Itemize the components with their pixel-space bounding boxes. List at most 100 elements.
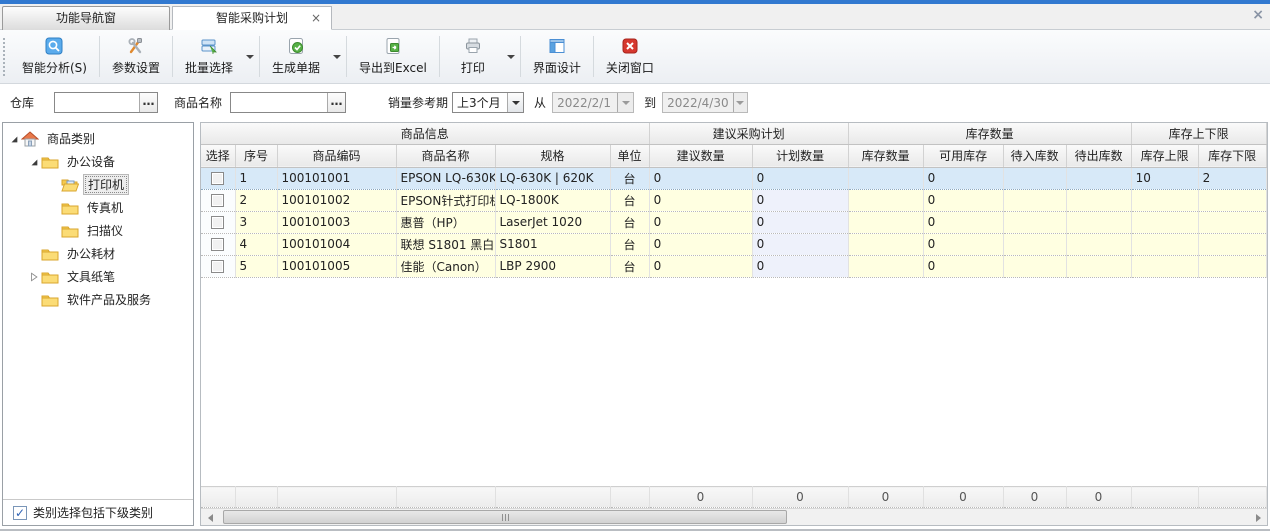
grid-cell[interactable]: 台 bbox=[610, 211, 649, 233]
grid-cell[interactable]: 2 bbox=[1198, 167, 1266, 189]
warehouse-lookup-button[interactable]: … bbox=[139, 93, 157, 112]
grid-cell[interactable] bbox=[1066, 233, 1131, 255]
grid-cell[interactable]: 0 bbox=[649, 189, 752, 211]
grid-cell[interactable]: 100101001 bbox=[277, 167, 396, 189]
grid-cell[interactable]: 0 bbox=[752, 189, 848, 211]
smart-analysis-button[interactable]: 智能分析(S) bbox=[12, 30, 97, 83]
grid-cell[interactable]: EPSON针式打印机 bbox=[396, 189, 495, 211]
generate-document-dropdown-icon[interactable] bbox=[330, 30, 344, 83]
grid-cell[interactable]: 0 bbox=[752, 211, 848, 233]
grid-cell[interactable] bbox=[201, 233, 235, 255]
grid-cell[interactable]: 10 bbox=[1131, 167, 1198, 189]
grid-cell[interactable]: 100101003 bbox=[277, 211, 396, 233]
grid-cell[interactable]: 佳能（Canon） bbox=[396, 255, 495, 277]
grid-cell[interactable]: EPSON LQ-630K bbox=[396, 167, 495, 189]
table-row[interactable]: 1 100101001 EPSON LQ-630K LQ-630K | 620K… bbox=[201, 167, 1266, 189]
grid-cell[interactable] bbox=[1003, 211, 1066, 233]
grid-cell[interactable]: S1801 bbox=[495, 233, 610, 255]
table-row[interactable]: 5 100101005 佳能（Canon） LBP 2900 台 0 0 0 bbox=[201, 255, 1266, 277]
grid-cell[interactable]: 2 bbox=[235, 189, 277, 211]
grid-cell[interactable] bbox=[1198, 189, 1266, 211]
grid-cell[interactable] bbox=[201, 255, 235, 277]
grid-cell[interactable] bbox=[1198, 255, 1266, 277]
grid-cell[interactable]: 台 bbox=[610, 189, 649, 211]
grid-cell[interactable]: 5 bbox=[235, 255, 277, 277]
close-window-button[interactable]: 关闭窗口 bbox=[596, 30, 664, 83]
tree-expanded-icon[interactable] bbox=[7, 132, 21, 146]
grid-cell[interactable]: 台 bbox=[610, 255, 649, 277]
product-lookup-button[interactable]: … bbox=[327, 93, 345, 112]
col-header-suggest-qty[interactable]: 建议数量 bbox=[649, 144, 752, 167]
grid-cell[interactable]: 100101002 bbox=[277, 189, 396, 211]
grid-cell[interactable]: 0 bbox=[649, 167, 752, 189]
scroll-right-icon[interactable] bbox=[1252, 511, 1265, 524]
panel-close-icon[interactable]: × bbox=[1252, 7, 1264, 23]
grid-cell[interactable]: LaserJet 1020 bbox=[495, 211, 610, 233]
grid-cell[interactable] bbox=[1066, 189, 1131, 211]
grid-cell[interactable] bbox=[1066, 211, 1131, 233]
toolbar-grip[interactable] bbox=[3, 38, 5, 76]
grid-cell[interactable]: 0 bbox=[752, 255, 848, 277]
grid-cell[interactable]: 台 bbox=[610, 167, 649, 189]
table-row[interactable]: 4 100101004 联想 S1801 黑白 S1801 台 0 0 0 bbox=[201, 233, 1266, 255]
grid-cell[interactable]: 0 bbox=[923, 233, 1003, 255]
grid-cell[interactable]: LBP 2900 bbox=[495, 255, 610, 277]
grid-cell[interactable] bbox=[1003, 255, 1066, 277]
grid-cell[interactable]: 惠普（HP） bbox=[396, 211, 495, 233]
grid-cell[interactable]: 0 bbox=[923, 255, 1003, 277]
product-name-input[interactable] bbox=[231, 93, 327, 112]
grid-cell[interactable] bbox=[1131, 255, 1198, 277]
grid-cell[interactable]: 0 bbox=[752, 233, 848, 255]
col-header-lower-limit[interactable]: 库存下限 bbox=[1198, 144, 1266, 167]
col-header-upper-limit[interactable]: 库存上限 bbox=[1131, 144, 1198, 167]
print-button[interactable]: 打印 bbox=[442, 30, 504, 83]
grid-cell[interactable]: 0 bbox=[923, 167, 1003, 189]
table-row[interactable]: 3 100101003 惠普（HP） LaserJet 1020 台 0 0 0 bbox=[201, 211, 1266, 233]
col-header-select[interactable]: 选择 bbox=[201, 144, 235, 167]
grid-cell[interactable]: 100101005 bbox=[277, 255, 396, 277]
batch-select-dropdown-icon[interactable] bbox=[243, 30, 257, 83]
chevron-down-icon[interactable] bbox=[507, 93, 523, 112]
col-header-plan-qty[interactable]: 计划数量 bbox=[752, 144, 848, 167]
grid-cell[interactable] bbox=[201, 167, 235, 189]
grid-cell[interactable] bbox=[201, 189, 235, 211]
tree-item-product-category[interactable]: 商品类别 bbox=[3, 127, 193, 150]
grid-cell[interactable] bbox=[1066, 167, 1131, 189]
ui-design-button[interactable]: 界面设计 bbox=[523, 30, 591, 83]
col-header-available-stock[interactable]: 可用库存 bbox=[923, 144, 1003, 167]
grid-cell[interactable] bbox=[1003, 167, 1066, 189]
col-header-stock-qty[interactable]: 库存数量 bbox=[848, 144, 923, 167]
export-excel-button[interactable]: 导出到Excel bbox=[349, 30, 437, 83]
grid-cell[interactable] bbox=[1198, 233, 1266, 255]
tree-expanded-icon[interactable] bbox=[27, 155, 41, 169]
row-checkbox[interactable] bbox=[211, 260, 224, 273]
row-checkbox[interactable] bbox=[211, 238, 224, 251]
row-checkbox[interactable] bbox=[211, 216, 224, 229]
grid-cell[interactable]: 1 bbox=[235, 167, 277, 189]
tab-close-icon[interactable]: × bbox=[311, 7, 321, 29]
include-subcategories-checkbox[interactable]: ✓ bbox=[13, 506, 27, 520]
col-header-code[interactable]: 商品编码 bbox=[277, 144, 396, 167]
col-header-name[interactable]: 商品名称 bbox=[396, 144, 495, 167]
col-header-unit[interactable]: 单位 bbox=[610, 144, 649, 167]
grid-cell[interactable]: 0 bbox=[923, 211, 1003, 233]
tree-item-office-consumables[interactable]: 办公耗材 bbox=[3, 242, 193, 265]
tree-item-stationery[interactable]: 文具纸笔 bbox=[3, 265, 193, 288]
tab-function-nav[interactable]: 功能导航窗 bbox=[2, 6, 170, 30]
row-checkbox[interactable] bbox=[211, 194, 224, 207]
grid-cell[interactable]: 0 bbox=[649, 255, 752, 277]
tree-item-scanner[interactable]: 扫描仪 bbox=[3, 219, 193, 242]
scroll-left-icon[interactable] bbox=[203, 511, 216, 524]
grid-cell[interactable]: 4 bbox=[235, 233, 277, 255]
grid-cell[interactable] bbox=[848, 167, 923, 189]
grid-cell[interactable]: 联想 S1801 黑白 bbox=[396, 233, 495, 255]
print-dropdown-icon[interactable] bbox=[504, 30, 518, 83]
horizontal-scrollbar[interactable] bbox=[201, 508, 1267, 525]
warehouse-input[interactable] bbox=[55, 93, 139, 112]
grid-cell[interactable] bbox=[1003, 233, 1066, 255]
grid-cell[interactable] bbox=[201, 211, 235, 233]
grid-cell[interactable] bbox=[1131, 211, 1198, 233]
tree-collapsed-icon[interactable] bbox=[27, 270, 41, 284]
parameter-settings-button[interactable]: 参数设置 bbox=[102, 30, 170, 83]
row-checkbox[interactable] bbox=[211, 172, 224, 185]
